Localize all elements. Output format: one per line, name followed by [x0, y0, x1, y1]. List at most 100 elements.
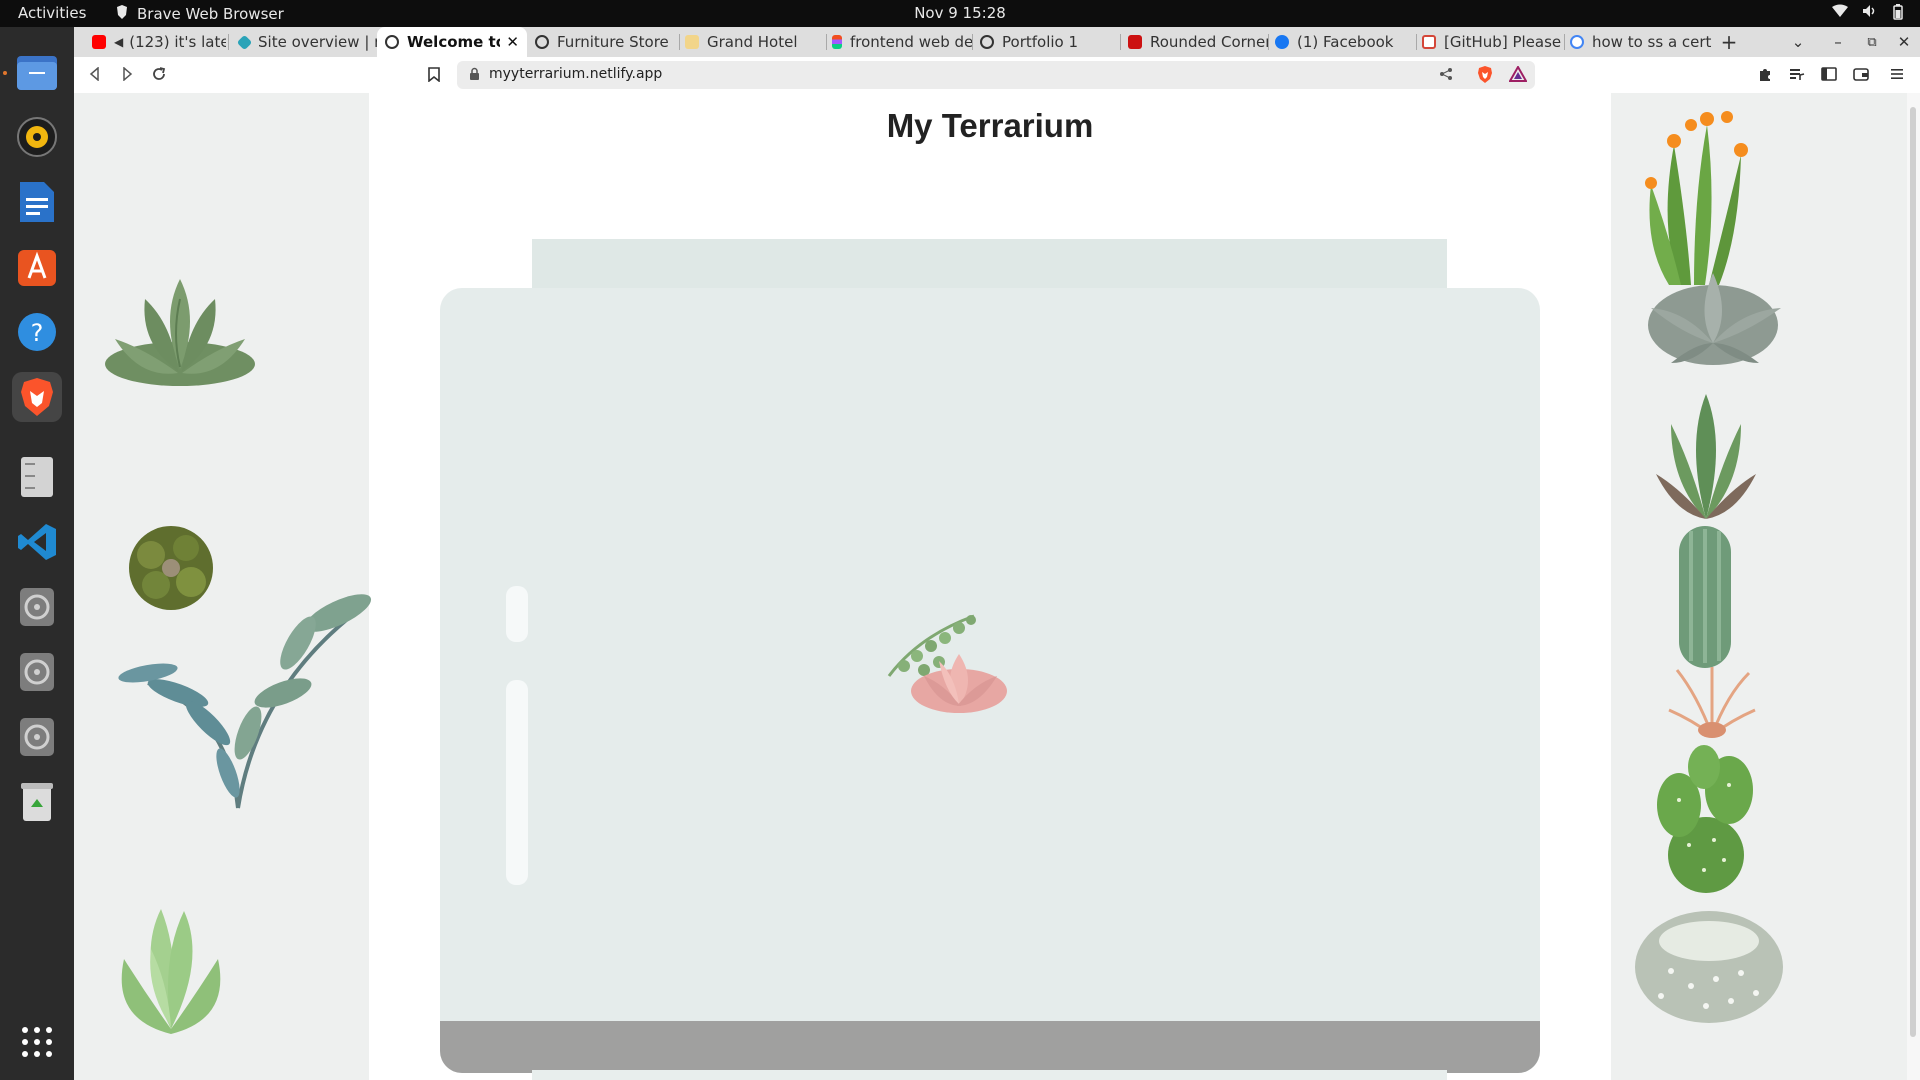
disc-dock-icon[interactable]	[12, 712, 62, 762]
menu-icon[interactable]	[1886, 63, 1908, 85]
brave-rewards-icon[interactable]	[1508, 64, 1528, 86]
app-menu[interactable]: Brave Web Browser	[115, 4, 284, 24]
facebook-icon	[1275, 35, 1289, 49]
tab-title: how to ss a cert	[1592, 33, 1712, 51]
plant-round-white-cactus[interactable]	[1631, 901, 1786, 1026]
tab-title: [GitHub] Please	[1444, 33, 1562, 51]
right-plant-holder	[1611, 93, 1907, 1080]
show-apps-icon[interactable]	[12, 1017, 62, 1067]
brave-shields-icon[interactable]	[1477, 65, 1493, 88]
sidebar-icon[interactable]	[1818, 63, 1840, 85]
minimize-icon[interactable]: –	[1826, 27, 1850, 57]
back-icon[interactable]	[84, 63, 106, 85]
tab-title: Site overview | n	[258, 33, 381, 51]
plant-grey-rosette[interactable]	[1641, 263, 1791, 378]
vscode-dock-icon[interactable]	[12, 517, 62, 567]
tab-figma[interactable]: frontend web de	[824, 27, 974, 57]
page-scrollbar[interactable]	[1907, 93, 1920, 1080]
writer-dock-icon[interactable]	[12, 177, 62, 227]
reload-icon[interactable]	[148, 63, 170, 85]
plant-pink-succulent-in-jar[interactable]	[879, 606, 1009, 721]
running-indicator	[3, 71, 7, 75]
plant-green-rosette[interactable]	[100, 269, 260, 399]
tab-title: (1) Facebook	[1297, 33, 1394, 51]
plant-column-cactus[interactable]	[1665, 521, 1745, 671]
share-icon[interactable]	[1439, 67, 1453, 85]
bookmark-icon[interactable]	[423, 63, 445, 85]
scrollbar-thumb[interactable]	[1910, 107, 1916, 1037]
globe-icon	[535, 35, 549, 49]
plant-air-plant[interactable]	[1667, 665, 1757, 740]
rhythmbox-dock-icon[interactable]	[12, 112, 62, 162]
activities-button[interactable]: Activities	[18, 4, 86, 22]
tab-rounded-corner[interactable]: Rounded Corner	[1120, 27, 1268, 57]
tab-title: Welcome to m	[407, 33, 500, 51]
crown-icon	[685, 35, 699, 49]
tab-title: Portfolio 1	[1002, 33, 1079, 51]
lock-icon	[469, 67, 480, 85]
plant-light-succulent[interactable]	[106, 899, 236, 1039]
plant-aloe-rosette[interactable]	[1651, 384, 1761, 524]
storage-dock-icon[interactable]	[12, 452, 62, 502]
browser-window: ◀ (123) it's late Site overview | n Welc…	[74, 27, 1920, 1080]
gmail-icon	[1422, 35, 1436, 49]
tab-search-chevron-icon[interactable]: ⌄	[1786, 27, 1810, 57]
tab-site-overview[interactable]: Site overview | n	[231, 27, 381, 57]
plant-eucalyptus-branch[interactable]	[88, 563, 374, 813]
tab-furniture-store[interactable]: Furniture Store	[527, 27, 677, 57]
youtube-icon	[92, 35, 106, 49]
page-title: My Terrarium	[886, 107, 1094, 144]
tab-github-gmail[interactable]: [GitHub] Please	[1414, 27, 1564, 57]
web-page: My Terrarium	[74, 93, 1920, 1080]
app-center-dock-icon[interactable]	[12, 242, 62, 292]
new-tab-button[interactable]: +	[1714, 27, 1744, 57]
brave-small-icon	[115, 4, 129, 24]
tab-title: Rounded Corner	[1150, 33, 1268, 51]
system-top-bar: Activities Brave Web Browser Nov 9 15:28	[0, 0, 1920, 27]
tab-title: frontend web de	[850, 33, 974, 51]
system-tray[interactable]	[1832, 4, 1904, 24]
restore-icon[interactable]: ⧉	[1860, 27, 1884, 57]
disc-dock-icon[interactable]	[12, 582, 62, 632]
close-tab-icon[interactable]: ✕	[506, 33, 519, 51]
tab-strip: ◀ (123) it's late Site overview | n Welc…	[74, 27, 1920, 57]
mute-icon[interactable]: ◀	[114, 35, 123, 49]
jar-bottom	[440, 1021, 1540, 1073]
extensions-icon[interactable]	[1754, 63, 1776, 85]
plant-prickly-pear[interactable]	[1649, 745, 1764, 895]
tab-title: (123) it's late	[129, 33, 226, 51]
close-window-icon[interactable]: ✕	[1892, 27, 1916, 57]
netflix-icon	[1128, 35, 1142, 49]
forward-icon[interactable]	[116, 63, 138, 85]
tab-facebook[interactable]: (1) Facebook	[1267, 27, 1417, 57]
wifi-icon	[1832, 4, 1848, 24]
globe-icon	[385, 35, 399, 49]
disc-dock-icon[interactable]	[12, 647, 62, 697]
tab-title: Furniture Store	[557, 33, 669, 51]
jar-bottom-lip	[532, 1070, 1447, 1080]
address-bar[interactable]: myyterrarium.netlify.app	[457, 61, 1535, 89]
tab-portfolio[interactable]: Portfolio 1	[972, 27, 1120, 57]
brave-dock-icon[interactable]	[12, 372, 62, 422]
globe-icon	[980, 35, 994, 49]
tab-title: Grand Hotel	[707, 33, 798, 51]
wallet-icon[interactable]	[1850, 63, 1872, 85]
help-dock-icon[interactable]: ?	[12, 307, 62, 357]
jar-glossy-highlight	[506, 680, 528, 885]
jar-top	[532, 239, 1447, 291]
files-dock-icon[interactable]	[12, 47, 62, 97]
tab-grand-hotel[interactable]: Grand Hotel	[677, 27, 827, 57]
clock[interactable]: Nov 9 15:28	[914, 4, 1006, 22]
left-plant-holder	[74, 93, 372, 1080]
tab-google-search[interactable]: how to ss a cert	[1562, 27, 1712, 57]
url-text[interactable]: myyterrarium.netlify.app	[489, 66, 662, 82]
tab-welcome-active[interactable]: Welcome to m ✕	[377, 27, 527, 57]
trash-dock-icon[interactable]	[12, 777, 62, 827]
playlist-icon[interactable]	[1786, 63, 1808, 85]
volume-icon	[1862, 4, 1878, 24]
tab-youtube[interactable]: ◀ (123) it's late	[84, 27, 226, 57]
dock: ?	[0, 27, 74, 1080]
svg-text:?: ?	[31, 319, 44, 347]
tab-separator	[228, 34, 229, 50]
figma-icon	[832, 35, 842, 49]
